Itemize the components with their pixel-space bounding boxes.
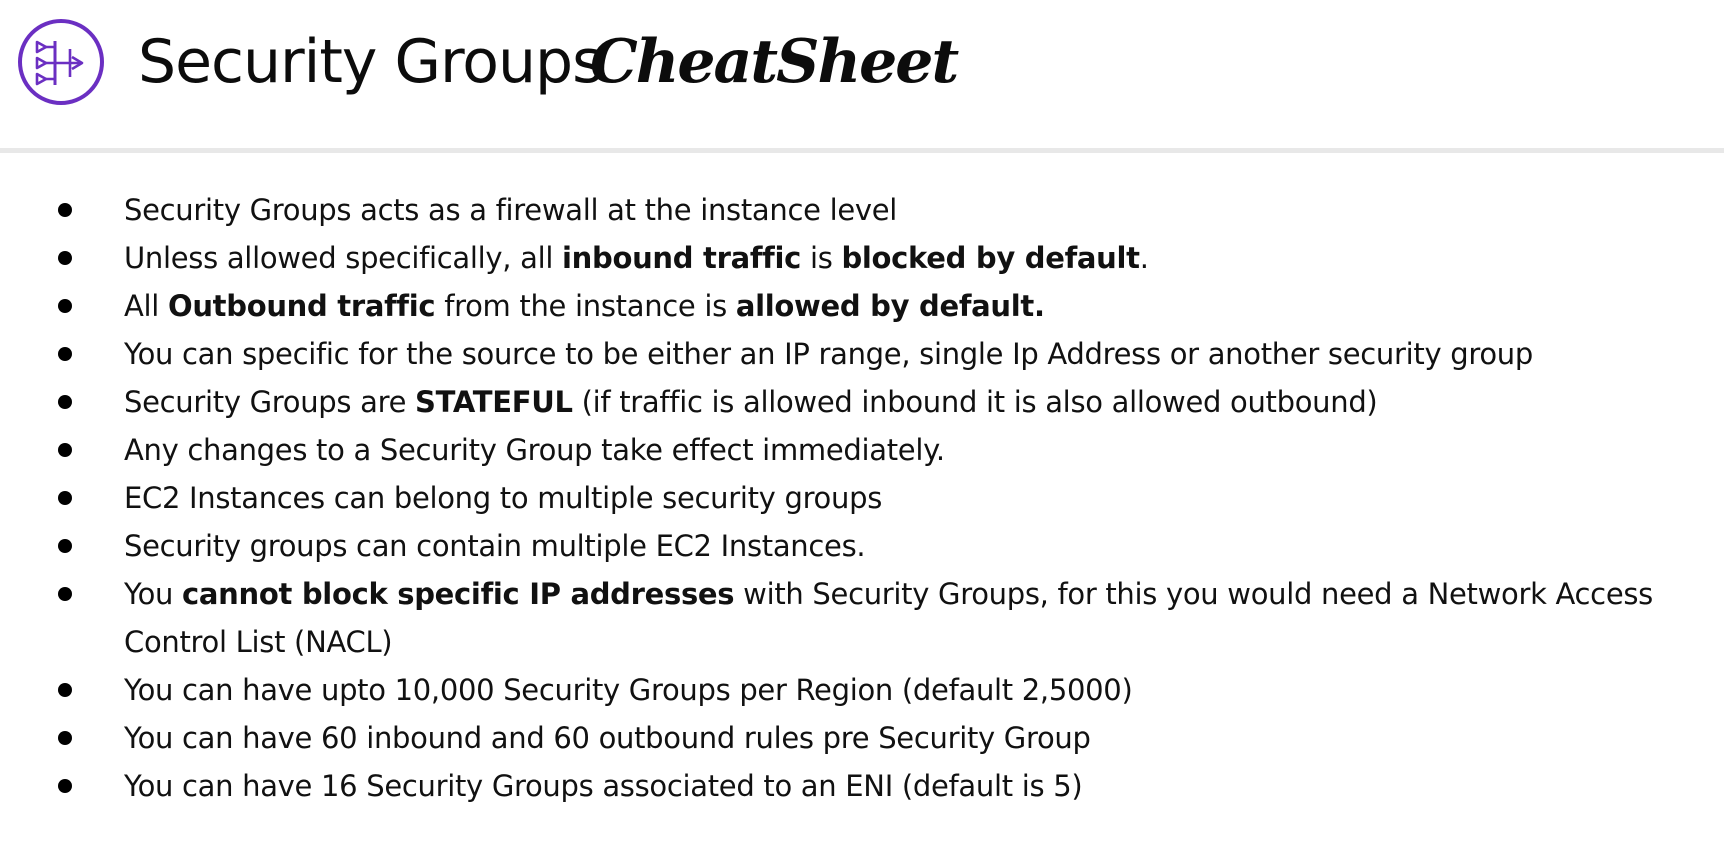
bold-text: allowed by default.: [735, 289, 1045, 323]
list-item: You can have 16 Security Groups associat…: [0, 762, 1724, 810]
header-divider: [0, 148, 1724, 153]
text-segment: from the instance is: [435, 289, 736, 323]
text-segment: is: [801, 241, 842, 275]
bullet-dot: [58, 395, 72, 409]
text-segment: Unless allowed specifically, all: [124, 241, 563, 275]
list-item: EC2 Instances can belong to multiple sec…: [0, 474, 1724, 522]
bold-text: blocked by default: [841, 241, 1140, 275]
list-item: All Outbound traffic from the instance i…: [0, 282, 1724, 330]
text-segment: .: [1139, 241, 1149, 275]
list-item: You can specific for the source to be ei…: [0, 330, 1724, 378]
bold-text: Outbound traffic: [167, 289, 436, 323]
bullet-dot: [58, 347, 72, 361]
text-segment: All: [124, 289, 168, 323]
bullet-dot: [58, 779, 72, 793]
list-item: Security Groups are STATEFUL (if traffic…: [0, 378, 1724, 426]
text-segment: Security Groups acts as a firewall at th…: [124, 193, 898, 227]
bullet-dot: [58, 731, 72, 745]
page-header: Security Groups CheatSheet: [0, 0, 1724, 150]
page-title-accent: CheatSheet: [590, 27, 959, 97]
text-segment: You can have upto 10,000 Security Groups…: [124, 673, 1133, 707]
bold-text: cannot block specific IP addresses: [182, 577, 735, 611]
bullet-dot: [58, 587, 72, 601]
list-item: Security groups can contain multiple EC2…: [0, 522, 1724, 570]
list-item: Any changes to a Security Group take eff…: [0, 426, 1724, 474]
bullet-dot: [58, 491, 72, 505]
list-item: Unless allowed specifically, all inbound…: [0, 234, 1724, 282]
bullet-dot: [58, 539, 72, 553]
bullet-dot: [58, 299, 72, 313]
text-segment: You can have 16 Security Groups associat…: [124, 769, 1083, 803]
text-segment: Security groups can contain multiple EC2…: [124, 529, 866, 563]
text-segment: You can have 60 inbound and 60 outbound …: [124, 721, 1091, 755]
list-item: You can have 60 inbound and 60 outbound …: [0, 714, 1724, 762]
bold-text: STATEFUL: [415, 385, 573, 419]
bullet-dot: [58, 203, 72, 217]
text-segment: Security Groups are: [124, 385, 416, 419]
bullet-dot: [58, 251, 72, 265]
text-segment: You: [124, 577, 183, 611]
page-title: Security Groups: [138, 27, 603, 97]
bullet-list: Security Groups acts as a firewall at th…: [0, 186, 1724, 810]
list-item: Security Groups acts as a firewall at th…: [0, 186, 1724, 234]
text-segment: Any changes to a Security Group take eff…: [124, 433, 945, 467]
text-segment: You can specific for the source to be ei…: [124, 337, 1533, 371]
text-segment: EC2 Instances can belong to multiple sec…: [124, 481, 882, 515]
security-group-icon: [18, 19, 104, 105]
list-item: You cannot block specific IP addresses w…: [0, 570, 1724, 666]
bullet-dot: [58, 683, 72, 697]
list-item: You can have upto 10,000 Security Groups…: [0, 666, 1724, 714]
bold-text: inbound traffic: [562, 241, 802, 275]
bullet-dot: [58, 443, 72, 457]
text-segment: (if traffic is allowed inbound it is als…: [572, 385, 1378, 419]
